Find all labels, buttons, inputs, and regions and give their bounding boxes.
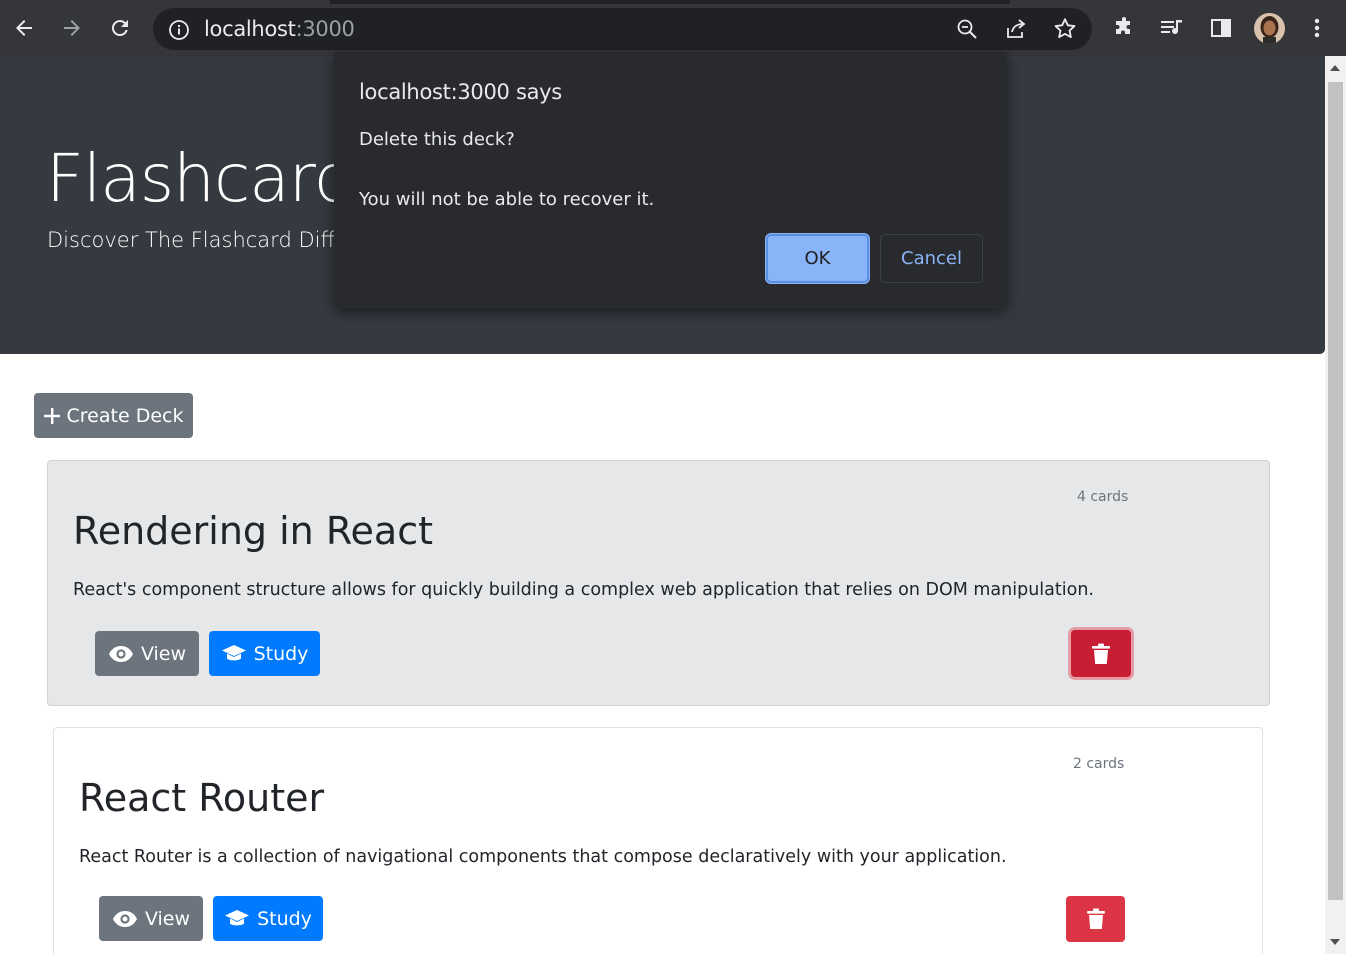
- delete-deck-button[interactable]: [1071, 630, 1131, 677]
- bookmark-star-icon[interactable]: [1052, 16, 1078, 47]
- page-lead: Discover The Flashcard Differ: [47, 228, 357, 252]
- eye-icon: [108, 645, 133, 662]
- create-deck-label: Create Deck: [66, 404, 184, 427]
- deck-card-description: React Router is a collection of navigati…: [79, 847, 1007, 867]
- deck-card-title: React Router: [79, 776, 325, 820]
- dialog-cancel-button[interactable]: Cancel: [880, 234, 983, 283]
- url-port: :3000: [295, 17, 355, 41]
- confirm-dialog: localhost:3000 says Delete this deck? Yo…: [334, 52, 1007, 308]
- url-host: localhost: [204, 17, 296, 41]
- extensions-icon[interactable]: [1111, 14, 1139, 42]
- graduation-cap-icon: [225, 909, 250, 925]
- address-bar[interactable]: localhost:3000: [153, 8, 1092, 50]
- tab-strip-edge: [330, 0, 1010, 4]
- site-info-icon[interactable]: [168, 19, 190, 46]
- scroll-up-arrow-icon[interactable]: [1330, 65, 1340, 71]
- graduation-cap-icon: [221, 644, 246, 660]
- study-deck-button[interactable]: Study: [209, 631, 320, 676]
- page-title: Flashcard-: [46, 140, 378, 217]
- trash-icon: [1092, 643, 1110, 664]
- view-deck-button[interactable]: View: [99, 896, 203, 941]
- study-deck-button[interactable]: Study: [213, 896, 323, 941]
- profile-avatar[interactable]: [1254, 13, 1285, 44]
- reload-icon[interactable]: [106, 14, 134, 42]
- browser-toolbar: localhost:3000: [0, 0, 1346, 56]
- back-arrow-icon[interactable]: [10, 14, 38, 42]
- menu-dots-icon[interactable]: [1303, 14, 1331, 42]
- scroll-down-arrow-icon[interactable]: [1330, 939, 1340, 945]
- deck-card-description: React's component structure allows for q…: [73, 580, 1094, 600]
- view-label: View: [144, 907, 191, 930]
- view-deck-button[interactable]: View: [95, 631, 199, 676]
- trash-icon: [1086, 908, 1105, 929]
- study-label: Study: [257, 907, 312, 930]
- url-text[interactable]: localhost:3000: [204, 17, 355, 41]
- media-queue-icon[interactable]: [1158, 14, 1186, 42]
- eye-icon: [112, 910, 137, 927]
- create-deck-button[interactable]: Create Deck: [34, 393, 193, 438]
- deck-card: 4 cards Rendering in React React's compo…: [47, 460, 1270, 706]
- deck-card: 2 cards React Router React Router is a c…: [53, 727, 1263, 954]
- page-scrollbar[interactable]: [1325, 56, 1346, 954]
- deck-card-title: Rendering in React: [73, 509, 433, 553]
- dialog-ok-button[interactable]: OK: [766, 234, 869, 283]
- dialog-title: localhost:3000 says: [359, 80, 562, 104]
- deck-card-count: 4 cards: [1077, 489, 1129, 505]
- delete-deck-button[interactable]: [1066, 896, 1125, 942]
- scrollbar-thumb[interactable]: [1328, 82, 1343, 900]
- forward-arrow-icon[interactable]: [58, 14, 86, 42]
- dialog-message: Delete this deck? You will not be able t…: [359, 129, 655, 210]
- deck-card-count: 2 cards: [1073, 756, 1125, 772]
- side-panel-icon[interactable]: [1207, 14, 1235, 42]
- zoom-icon[interactable]: [955, 17, 979, 46]
- view-label: View: [140, 642, 187, 665]
- study-label: Study: [253, 642, 309, 665]
- share-icon[interactable]: [1004, 17, 1028, 46]
- plus-icon: [43, 407, 60, 424]
